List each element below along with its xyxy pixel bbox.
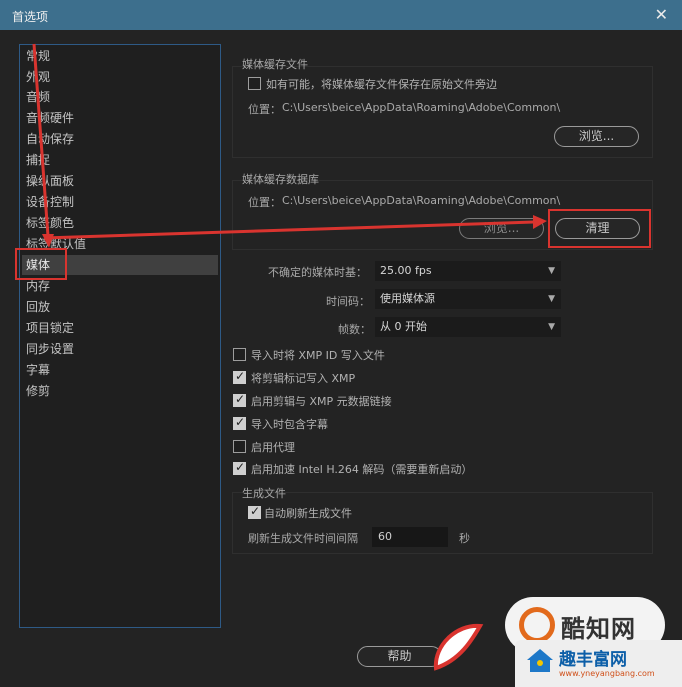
watermark-logo-text: 酷知网 [561, 615, 636, 643]
save-beside-originals-checkbox[interactable] [248, 77, 261, 90]
write-clip-markers-label: 将剪辑标记写入 XMP [251, 372, 356, 385]
media-cache-db-title: 媒体缓存数据库 [242, 173, 319, 186]
cache-db-clean-button[interactable]: 清理 [555, 218, 640, 239]
titlebar: 首选项 ✕ [0, 0, 682, 30]
h264-decode-label: 启用加速 Intel H.264 解码（需要重新启动） [251, 463, 473, 476]
sidebar-item-sync-settings[interactable]: 同步设置 [22, 339, 218, 359]
watermark-site-url: www.yneyangbang.com [559, 669, 655, 678]
chevron-down-icon: ▼ [548, 266, 555, 276]
enable-xmp-link-checkbox[interactable] [233, 392, 246, 407]
sidebar-item-captions[interactable]: 字幕 [22, 360, 218, 380]
close-icon[interactable]: ✕ [655, 5, 668, 24]
timebase-select[interactable]: 25.00 fps ▼ [375, 261, 561, 281]
chevron-down-icon: ▼ [548, 294, 555, 304]
auto-refresh-label: 自动刷新生成文件 [264, 507, 352, 520]
sidebar: 常规 外观 音频 音频硬件 自动保存 捕捉 操纵面板 设备控制 标签颜色 标签默… [19, 44, 221, 628]
timecode-value: 使用媒体源 [380, 292, 435, 305]
enable-xmp-link-label: 启用剪辑与 XMP 元数据链接 [251, 395, 392, 408]
refresh-interval-label: 刷新生成文件时间间隔 [248, 532, 358, 545]
sidebar-item-audio-hardware[interactable]: 音频硬件 [22, 108, 218, 128]
write-clip-markers-checkbox[interactable] [233, 369, 246, 384]
include-captions-label: 导入时包含字幕 [251, 418, 328, 431]
generate-files-title: 生成文件 [242, 487, 286, 500]
sidebar-item-capture[interactable]: 捕捉 [22, 150, 218, 170]
preferences-dialog: 常规 外观 音频 音频硬件 自动保存 捕捉 操纵面板 设备控制 标签颜色 标签默… [0, 30, 682, 687]
sidebar-item-device-control[interactable]: 设备控制 [22, 192, 218, 212]
frame-select[interactable]: 从 0 开始 ▼ [375, 317, 561, 337]
sidebar-item-general[interactable]: 常规 [22, 46, 218, 66]
write-xmp-id-label: 导入时将 XMP ID 写入文件 [251, 349, 385, 362]
cache-files-browse-button[interactable]: 浏览... [554, 126, 639, 147]
timecode-label: 时间码： [326, 295, 370, 308]
sidebar-item-auto-save[interactable]: 自动保存 [22, 129, 218, 149]
sidebar-item-label-colors[interactable]: 标签颜色 [22, 213, 218, 233]
watermark-site-name: 趣丰富网 [559, 650, 627, 670]
chevron-down-icon: ▼ [548, 322, 555, 332]
save-beside-originals-label: 如有可能，将媒体缓存文件保存在原始文件旁边 [266, 78, 497, 91]
window-title: 首选项 [12, 10, 49, 24]
sidebar-item-project-locking[interactable]: 项目锁定 [22, 318, 218, 338]
sidebar-item-label-defaults[interactable]: 标签默认值 [22, 234, 218, 254]
enable-proxies-label: 启用代理 [251, 441, 295, 454]
sidebar-item-appearance[interactable]: 外观 [22, 67, 218, 87]
refresh-interval-input[interactable]: 60 [372, 527, 448, 547]
sidebar-item-audio[interactable]: 音频 [22, 87, 218, 107]
sidebar-item-media[interactable]: 媒体 [22, 255, 218, 275]
sidebar-item-playback[interactable]: 回放 [22, 297, 218, 317]
timecode-select[interactable]: 使用媒体源 ▼ [375, 289, 561, 309]
cache-files-location-label: 位置： [248, 103, 281, 116]
frame-value: 从 0 开始 [380, 320, 427, 333]
enable-proxies-checkbox[interactable] [233, 440, 246, 453]
sidebar-item-control-surface[interactable]: 操纵面板 [22, 171, 218, 191]
frame-label: 帧数： [338, 323, 371, 336]
cache-files-location-path: C:\Users\beice\AppData\Roaming\Adobe\Com… [282, 101, 561, 114]
cache-db-location-path: C:\Users\beice\AppData\Roaming\Adobe\Com… [282, 194, 561, 207]
cache-db-location-label: 位置： [248, 196, 281, 209]
watermark-house-icon [527, 649, 553, 672]
h264-decode-checkbox[interactable] [233, 460, 246, 475]
include-captions-checkbox[interactable] [233, 415, 246, 430]
watermark-ring-icon [519, 607, 555, 643]
write-xmp-id-checkbox[interactable] [233, 348, 246, 361]
watermark-site: 趣丰富网 www.yneyangbang.com [515, 640, 682, 687]
auto-refresh-checkbox[interactable] [248, 504, 261, 519]
timebase-value: 25.00 fps [380, 264, 432, 277]
media-cache-files-title: 媒体缓存文件 [242, 58, 308, 71]
sidebar-item-memory[interactable]: 内存 [22, 276, 218, 296]
watermark-leaf-icon [433, 623, 484, 671]
timebase-label: 不确定的媒体时基： [268, 266, 367, 279]
cache-db-browse-button[interactable]: 浏览... [459, 218, 544, 239]
sidebar-item-trim[interactable]: 修剪 [22, 381, 218, 401]
media-cache-db-panel [232, 180, 653, 250]
refresh-interval-unit: 秒 [459, 532, 470, 545]
